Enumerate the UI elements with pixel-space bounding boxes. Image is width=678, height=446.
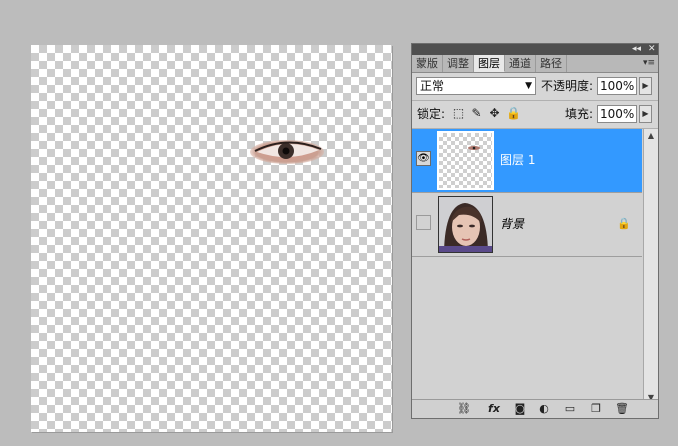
tab-channels[interactable]: 通道 — [505, 55, 536, 72]
layer-name[interactable]: 图层 1 — [500, 152, 535, 168]
lock-position-move-icon[interactable]: ✥ — [488, 105, 501, 121]
panel-tabs: 蒙版 调整 图层 通道 路径 ▾≡ — [412, 55, 658, 73]
opacity-label: 不透明度: — [541, 79, 594, 93]
blend-mode-value: 正常 — [420, 79, 445, 93]
group-folder-icon[interactable]: ▭ — [562, 401, 578, 417]
layers-scrollbar[interactable]: ▲ ▼ — [643, 129, 658, 404]
opacity-stepper[interactable]: ▶ — [639, 77, 652, 95]
layer-name[interactable]: 背景 — [500, 216, 524, 232]
blend-row: 正常 ▼ 不透明度: 100% ▶ — [412, 73, 658, 101]
tab-adjustments[interactable]: 调整 — [443, 55, 474, 72]
collapse-icon[interactable]: ◂◂ — [632, 44, 641, 55]
lock-transparency-icon[interactable]: ⬚ — [452, 105, 465, 121]
lock-all-icon[interactable]: 🔒 — [506, 105, 521, 121]
link-icon[interactable]: ⛓ — [456, 401, 472, 417]
tab-masks[interactable]: 蒙版 — [412, 55, 443, 72]
background-thumbnail — [438, 196, 493, 253]
eye-icon[interactable]: 👁 — [416, 151, 431, 166]
layer-thumbnail — [437, 131, 494, 190]
chevron-down-icon: ▼ — [525, 81, 532, 91]
portrait-thumbnail — [439, 197, 492, 252]
fill-input[interactable]: 100% — [597, 105, 637, 123]
adjustment-layer-icon[interactable]: ◐ — [536, 401, 552, 417]
panel-menu-icon[interactable]: ▾≡ — [643, 55, 655, 72]
document-canvas[interactable] — [31, 45, 392, 432]
tab-paths[interactable]: 路径 — [536, 55, 567, 72]
close-icon[interactable]: ✕ — [648, 44, 656, 55]
layers-list: 👁 图层 1 背景 🔒 — [412, 129, 658, 404]
layers-panel: ◂◂ ✕ 蒙版 调整 图层 通道 路径 ▾≡ 正常 ▼ 不透明度: 100% ▶… — [411, 43, 659, 419]
opacity-input[interactable]: 100% — [597, 77, 637, 95]
fill-label: 填充: — [565, 107, 594, 121]
lock-options: ⬚ ✎ ✥ 🔒 — [452, 105, 521, 121]
delete-layer-icon[interactable]: 🗑 — [614, 401, 630, 417]
tab-layers[interactable]: 图层 — [474, 55, 505, 72]
layer-row-background[interactable]: 背景 🔒 — [412, 193, 642, 257]
eye-image — [250, 140, 324, 164]
panel-titlebar[interactable]: ◂◂ ✕ — [412, 44, 658, 55]
lock-pixels-brush-icon[interactable]: ✎ — [470, 105, 483, 121]
layer-row-1[interactable]: 👁 图层 1 — [412, 129, 642, 193]
fill-stepper[interactable]: ▶ — [639, 105, 652, 123]
add-mask-icon[interactable]: ◙ — [512, 401, 528, 417]
lock-icon: 🔒 — [617, 217, 631, 230]
scroll-up-icon[interactable]: ▲ — [644, 129, 658, 142]
fx-icon[interactable]: fx — [486, 401, 502, 417]
layer-thumbnail-eye — [468, 146, 480, 150]
blend-mode-select[interactable]: 正常 ▼ — [416, 77, 536, 95]
lock-row: 锁定: ⬚ ✎ ✥ 🔒 填充: 100% ▶ — [412, 101, 658, 129]
new-layer-icon[interactable]: ❐ — [588, 401, 604, 417]
visibility-toggle[interactable] — [416, 215, 431, 230]
layers-bottom-toolbar: ⛓ fx ◙ ◐ ▭ ❐ 🗑 — [412, 399, 658, 418]
lock-label: 锁定: — [417, 107, 446, 121]
